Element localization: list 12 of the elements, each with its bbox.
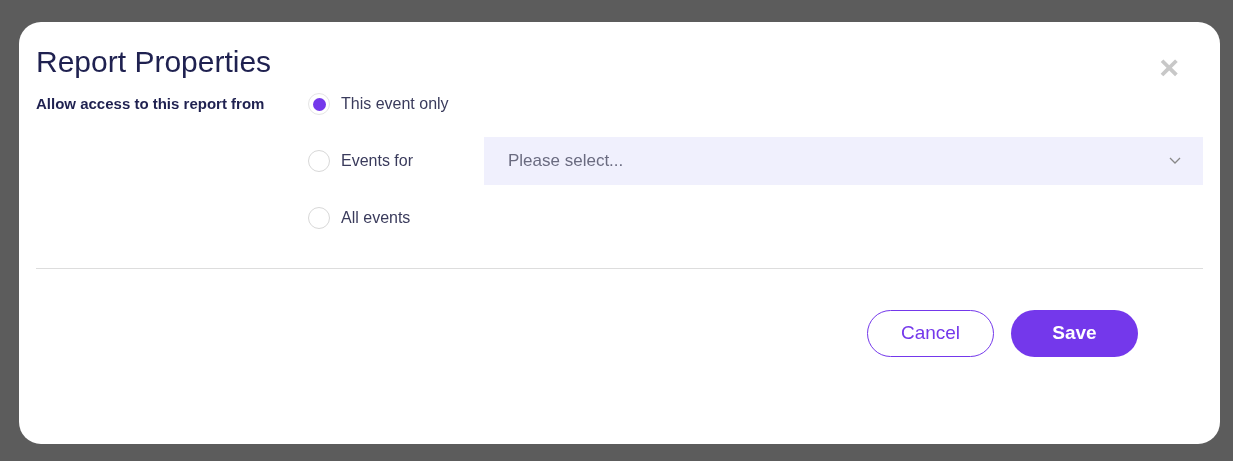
- radio-button[interactable]: [308, 150, 330, 172]
- radio-button[interactable]: [308, 207, 330, 229]
- cancel-button[interactable]: Cancel: [867, 310, 994, 357]
- radio-label: All events: [341, 208, 411, 228]
- chevron-down-icon: [1169, 157, 1181, 165]
- dialog-title: Report Properties: [36, 44, 272, 80]
- select-placeholder: Please select...: [508, 150, 624, 173]
- select-field[interactable]: Please select...: [484, 137, 1203, 185]
- access-label: Allow access to this report from: [36, 94, 266, 114]
- save-button[interactable]: Save: [1011, 310, 1138, 357]
- radio-label: This event only: [341, 94, 449, 114]
- radio-label: Events for: [341, 151, 414, 171]
